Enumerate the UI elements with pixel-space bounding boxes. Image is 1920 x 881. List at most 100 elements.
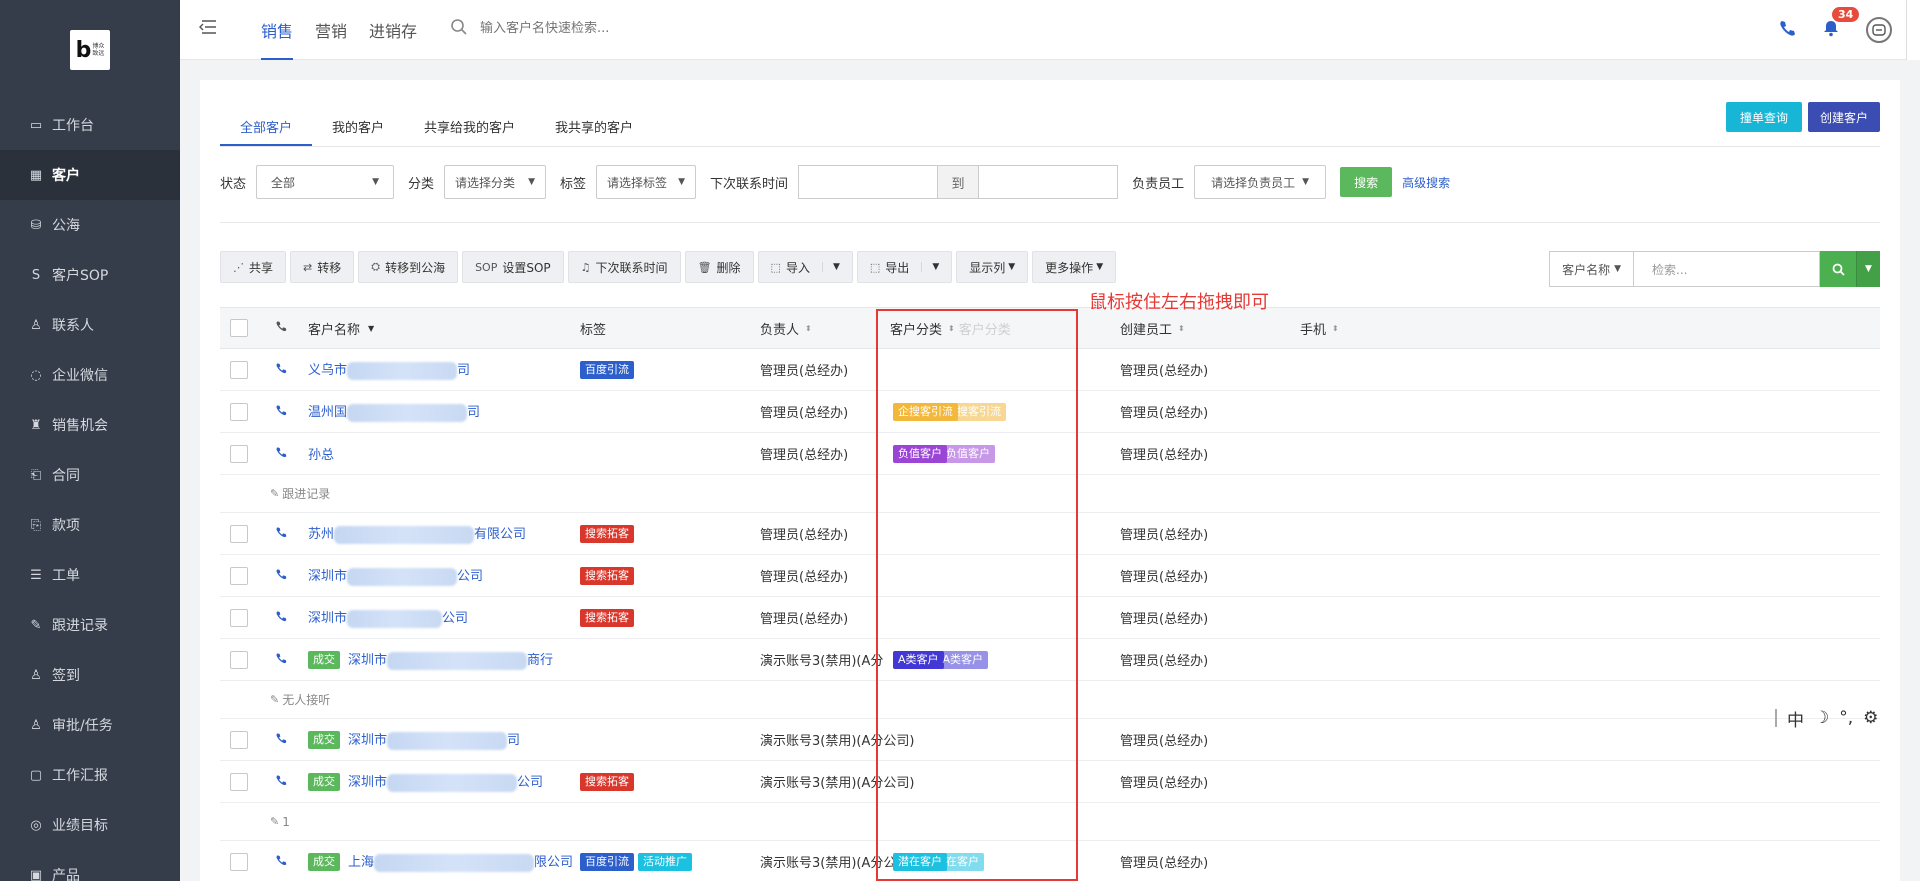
sidebar-item-3[interactable]: S 客户SOP: [0, 250, 180, 300]
move-to-pool-button[interactable]: ⛭ 转移到公海: [358, 251, 459, 283]
customer-scope-tab-0[interactable]: 全部客户: [220, 108, 313, 146]
brand-logo[interactable]: b 博众 致远: [70, 30, 110, 70]
row-checkbox[interactable]: [230, 566, 248, 585]
row-checkbox[interactable]: [230, 772, 248, 791]
gear-icon[interactable]: ⚙: [1863, 708, 1878, 728]
sidebar-item-6[interactable]: ♜ 销售机会: [0, 400, 180, 450]
transfer-button[interactable]: ⇄ 转移: [290, 251, 355, 283]
ime-language-toggle[interactable]: 中: [1787, 706, 1804, 731]
create-customer-button[interactable]: 创建客户: [1807, 102, 1880, 132]
customer-name-link[interactable]: 上海 限公司: [348, 851, 573, 872]
punctuation-toggle[interactable]: °,: [1839, 708, 1853, 728]
table-row[interactable]: 温州国司 管理员(总经办) 企搜客引流 搜客引流 管理员(总经办): [220, 391, 1880, 433]
more-actions-button[interactable]: 更多操作 ▼: [1032, 251, 1117, 283]
customer-scope-tab-3[interactable]: 我共享的客户: [535, 108, 653, 144]
row-checkbox[interactable]: [230, 852, 248, 871]
edit-icon[interactable]: ✎: [270, 815, 279, 828]
call-phone-icon[interactable]: [275, 774, 287, 790]
search-options-dropdown[interactable]: ▼: [1856, 251, 1880, 287]
sidebar-item-14[interactable]: ◎ 业绩目标: [0, 800, 180, 850]
list-search-input[interactable]: 检索...: [1634, 251, 1820, 287]
call-phone-icon[interactable]: [275, 610, 287, 626]
sidebar-item-13[interactable]: ▢ 工作汇报: [0, 750, 180, 800]
sidebar-item-10[interactable]: ✎ 跟进记录: [0, 600, 180, 650]
moon-icon[interactable]: ☽: [1814, 708, 1829, 728]
call-phone-icon[interactable]: [275, 568, 287, 584]
customer-name-link[interactable]: 深圳市 商行: [348, 649, 553, 670]
notification-bell-icon[interactable]: 34: [1822, 6, 1860, 42]
search-button[interactable]: 搜索: [1340, 167, 1393, 197]
sidebar-item-9[interactable]: ☰ 工单: [0, 550, 180, 600]
window-scrollbar[interactable]: [1906, 0, 1920, 60]
ime-handle[interactable]: [1775, 709, 1777, 727]
sidebar-item-15[interactable]: ▣ 产品: [0, 850, 180, 881]
select-all-checkbox[interactable]: [230, 319, 248, 337]
delete-button[interactable]: 🗑 删除: [684, 251, 754, 283]
edit-icon[interactable]: ✎: [270, 693, 279, 706]
sidebar-item-7[interactable]: ⎗ 合同: [0, 450, 180, 500]
header-category[interactable]: 客户分类 ⬍ 客户分类: [890, 308, 1011, 348]
sidebar-item-2[interactable]: ⛁ 公海: [0, 200, 180, 250]
category-select[interactable]: 请选择分类 ▼: [444, 165, 547, 199]
next-contact-start-input[interactable]: [798, 165, 939, 199]
share-button[interactable]: ⋰ 共享: [220, 251, 287, 283]
sidebar-item-5[interactable]: ◌ 企业微信: [0, 350, 180, 400]
show-columns-button[interactable]: 显示列 ▼: [956, 251, 1029, 283]
export-button[interactable]: ⬚ 导出 ▼: [856, 251, 953, 283]
call-phone-icon[interactable]: [275, 446, 287, 462]
sidebar-item-12[interactable]: ♙ 审批/任务: [0, 700, 180, 750]
customer-quick-search-input[interactable]: [480, 20, 740, 36]
customer-name-link[interactable]: 深圳市司: [348, 729, 520, 750]
sidebar-item-11[interactable]: ♙ 签到: [0, 650, 180, 700]
table-row[interactable]: 成交 上海 限公司 百度引流 活动推广 演示账号3(禁用)(A分公司) 潜在客户 在客户 管理员…: [220, 841, 1880, 881]
customer-name-link[interactable]: 温州国司: [308, 401, 480, 422]
advanced-search-link[interactable]: 高级搜索: [1402, 174, 1450, 191]
sidebar-item-8[interactable]: ⎘ 款项: [0, 500, 180, 550]
phone-icon[interactable]: [1778, 19, 1796, 42]
call-phone-icon[interactable]: [275, 404, 287, 420]
next-contact-button[interactable]: ♫ 下次联系时间: [567, 251, 681, 283]
header-owner[interactable]: 负责人 ⬍: [760, 308, 812, 348]
call-phone-icon[interactable]: [275, 362, 287, 378]
duplicate-lookup-button[interactable]: 撞单查询: [1725, 102, 1802, 132]
row-checkbox[interactable]: [230, 524, 248, 543]
table-row[interactable]: 义乌市司 百度引流 管理员(总经办) 管理员(总经办): [220, 349, 1880, 391]
edit-icon[interactable]: ✎: [270, 487, 279, 500]
set-sop-button[interactable]: SOP 设置SOP: [462, 251, 564, 283]
row-checkbox[interactable]: [230, 360, 248, 379]
search-field-select[interactable]: 客户名称 ▼: [1549, 251, 1634, 287]
row-checkbox[interactable]: [230, 608, 248, 627]
row-checkbox[interactable]: [230, 444, 248, 463]
table-row[interactable]: 成交 深圳市 商行 演示账号3(禁用)(A分 A类客户 A类客户 管理员(总经办): [220, 639, 1880, 681]
table-row[interactable]: 深圳市 公司 搜索拓客 管理员(总经办) 管理员(总经办): [220, 597, 1880, 639]
customer-scope-tab-2[interactable]: 共享给我的客户: [404, 108, 535, 144]
customer-name-link[interactable]: 孙总: [308, 444, 334, 463]
customer-scope-tab-1[interactable]: 我的客户: [312, 108, 404, 144]
table-row[interactable]: 成交 深圳市司 演示账号3(禁用)(A分公司) 管理员(总经办): [220, 719, 1880, 761]
call-phone-icon[interactable]: [275, 652, 287, 668]
row-checkbox[interactable]: [230, 730, 248, 749]
customer-name-link[interactable]: 苏州 有限公司: [308, 523, 526, 544]
tag-select[interactable]: 请选择标签 ▼: [596, 165, 697, 199]
status-select[interactable]: 全部 ▼: [256, 165, 395, 199]
customer-name-link[interactable]: 深圳市 公司: [348, 771, 543, 792]
customer-name-link[interactable]: 深圳市 公司: [308, 565, 483, 586]
owner-select[interactable]: 请选择负责员工 ▼: [1194, 165, 1327, 199]
next-contact-end-input[interactable]: [978, 165, 1119, 199]
followup-text[interactable]: 跟进记录: [282, 485, 330, 502]
header-mobile[interactable]: 手机 ⬍: [1300, 308, 1339, 348]
call-phone-icon[interactable]: [275, 854, 287, 870]
top-tab-1[interactable]: 营销: [304, 0, 358, 60]
sidebar-item-4[interactable]: ♙ 联系人: [0, 300, 180, 350]
customer-name-link[interactable]: 义乌市司: [308, 359, 470, 380]
call-phone-icon[interactable]: [275, 732, 287, 748]
row-checkbox[interactable]: [230, 402, 248, 421]
table-row[interactable]: 苏州 有限公司 搜索拓客 管理员(总经办) 管理员(总经办): [220, 513, 1880, 555]
top-tab-2[interactable]: 进销存: [358, 0, 428, 60]
top-tab-0[interactable]: 销售: [250, 0, 304, 60]
row-checkbox[interactable]: [230, 650, 248, 669]
import-button[interactable]: ⬚ 导入 ▼: [757, 251, 853, 283]
followup-text[interactable]: 无人接听: [282, 691, 330, 708]
table-row[interactable]: 孙总 管理员(总经办) 负值客户 负值客户 管理员(总经办): [220, 433, 1880, 475]
header-creator[interactable]: 创建员工 ⬍: [1120, 308, 1185, 348]
